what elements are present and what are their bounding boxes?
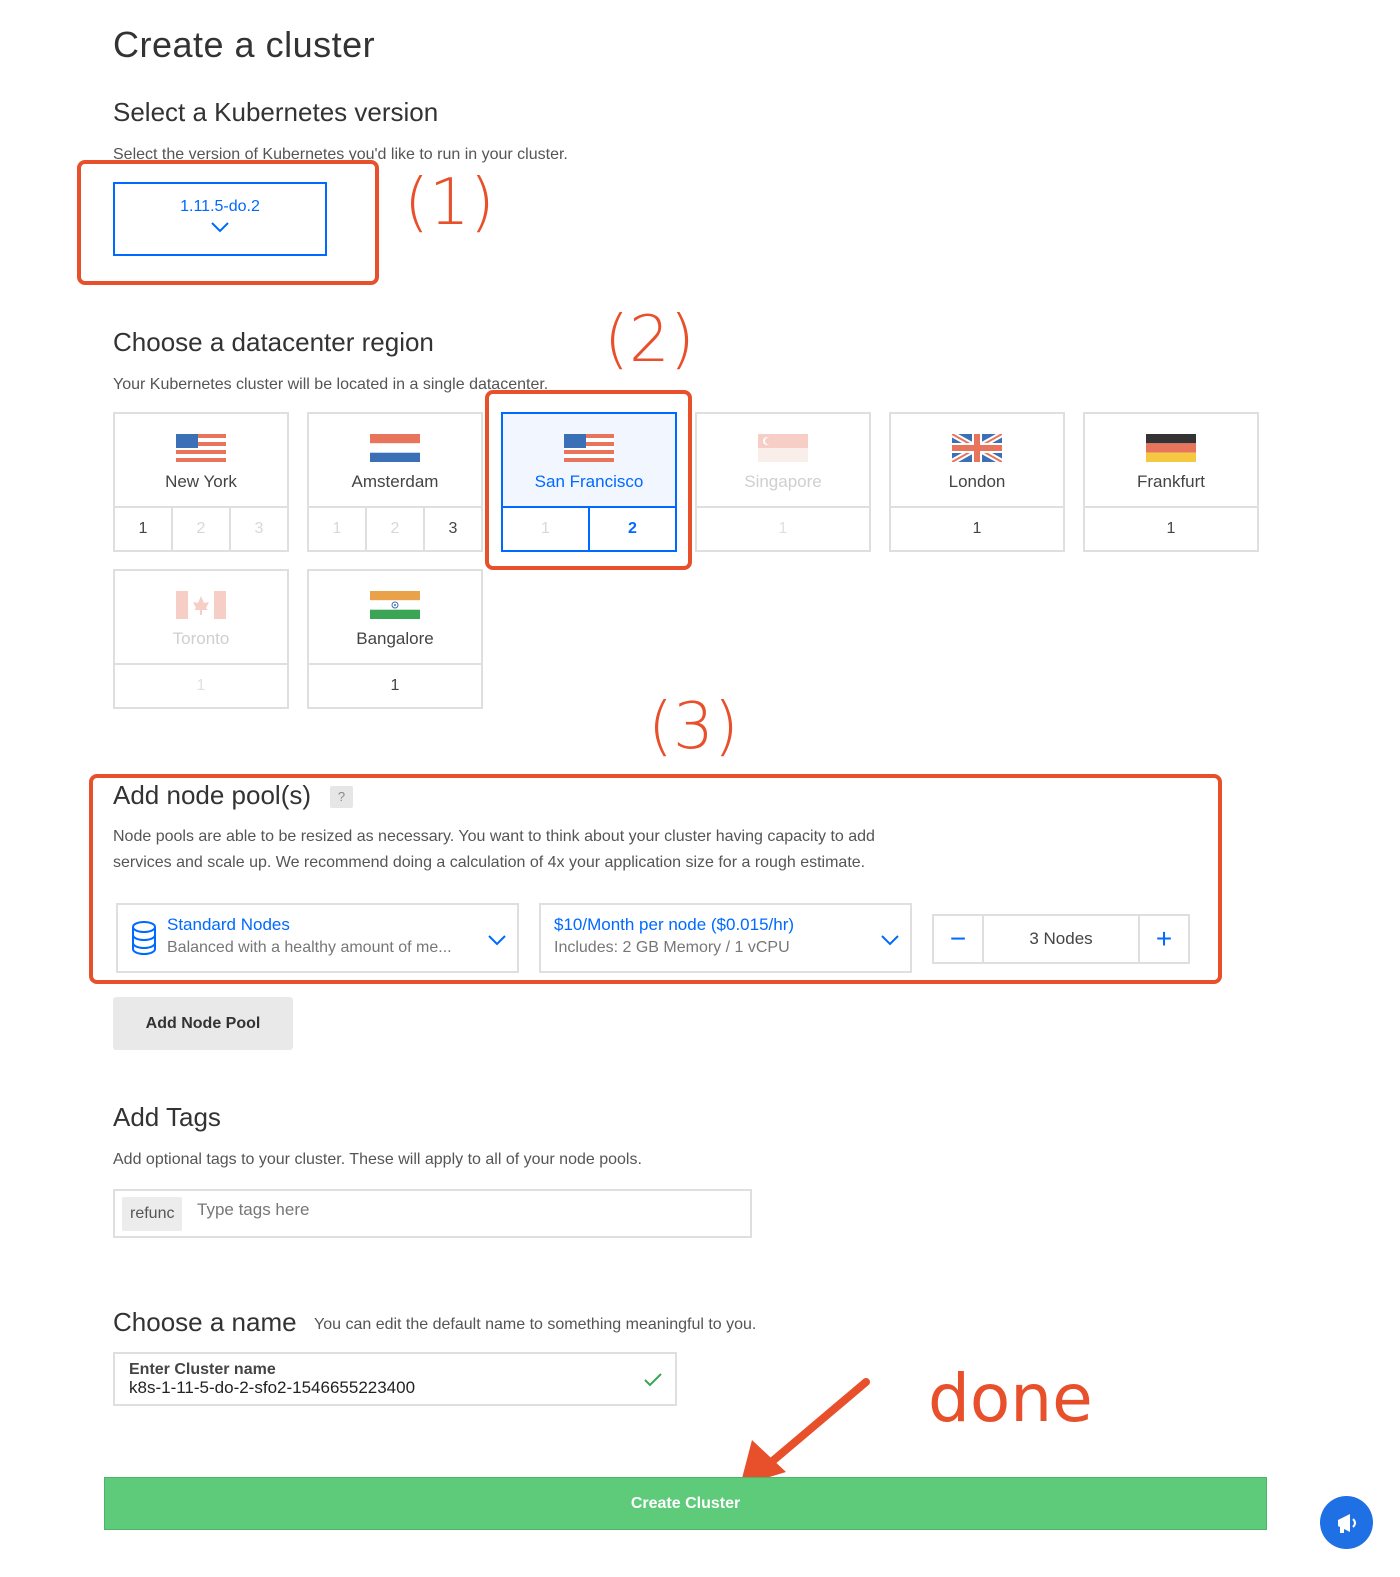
annotation-arrow-icon	[740, 1378, 870, 1486]
annotation-label-3: (3)	[648, 690, 739, 764]
decrement-button[interactable]: −	[934, 916, 982, 962]
netherlands-flag-icon	[370, 434, 420, 462]
us-flag-icon	[176, 434, 226, 462]
create-cluster-button[interactable]: Create Cluster	[104, 1477, 1267, 1530]
node-pool-heading: Add node pool(s)	[113, 780, 312, 810]
region-option[interactable]: 1	[115, 508, 171, 550]
region-name: Bangalore	[356, 629, 434, 648]
region-name: Toronto	[172, 629, 230, 648]
tags-heading: Add Tags	[113, 1102, 221, 1132]
annotation-label-2: (2)	[604, 303, 695, 377]
germany-flag-icon	[1146, 434, 1196, 462]
name-heading: Choose a name	[113, 1307, 297, 1337]
database-icon	[132, 921, 156, 955]
node-count-unit: Nodes	[1043, 929, 1093, 948]
annotation-box-2	[485, 390, 692, 570]
chevron-down-icon	[881, 935, 899, 946]
tags-description: Add optional tags to your cluster. These…	[113, 1151, 642, 1168]
region-name: Singapore	[744, 472, 822, 491]
region-option: 1	[778, 520, 788, 537]
region-name: London	[948, 472, 1006, 491]
megaphone-icon	[1337, 1513, 1356, 1533]
region-card-singapore: Singapore 1	[695, 412, 871, 552]
region-option[interactable]: 3	[229, 508, 287, 550]
cluster-name-label: Enter Cluster name	[129, 1361, 276, 1378]
node-type-subtitle: Balanced with a healthy amount of me...	[167, 939, 452, 956]
uk-flag-icon	[952, 434, 1002, 462]
region-card-bangalore[interactable]: Bangalore 1	[307, 569, 483, 709]
node-pool-description-2: services and scale up. We recommend doin…	[113, 854, 866, 871]
region-name: New York	[165, 472, 237, 491]
region-option: 1	[196, 677, 206, 694]
annotation-done: done	[928, 1360, 1093, 1437]
region-option[interactable]: 3	[423, 508, 481, 550]
annotation-label-1: (1)	[404, 166, 495, 240]
region-option[interactable]: 2	[171, 508, 229, 550]
region-option[interactable]: 1	[309, 508, 365, 550]
node-count-display: 3 Nodes	[982, 916, 1140, 962]
help-icon[interactable]: ?	[330, 786, 353, 808]
page-title: Create a cluster	[113, 24, 376, 65]
singapore-flag-icon	[758, 434, 808, 462]
region-card-toronto: Toronto 1	[113, 569, 289, 709]
feedback-button[interactable]	[1320, 1496, 1373, 1549]
node-count-value: 3	[1029, 929, 1039, 948]
version-heading: Select a Kubernetes version	[113, 97, 439, 127]
increment-button[interactable]: +	[1140, 916, 1188, 962]
tag-chip[interactable]: refunc	[122, 1197, 183, 1231]
region-option[interactable]: 1	[1085, 508, 1257, 550]
tags-placeholder: Type tags here	[197, 1200, 310, 1219]
name-hint: You can edit the default name to somethi…	[314, 1316, 757, 1333]
add-node-pool-button[interactable]: Add Node Pool	[113, 997, 293, 1050]
tags-input[interactable]: refunc Type tags here	[113, 1189, 752, 1238]
region-name: Frankfurt	[1136, 472, 1206, 491]
node-plan-subtitle: Includes: 2 GB Memory / 1 vCPU	[554, 939, 790, 956]
region-heading: Choose a datacenter region	[113, 327, 434, 357]
region-card-new-york[interactable]: New York 1 2 3	[113, 412, 289, 552]
annotation-box-1	[77, 160, 379, 285]
region-description: Your Kubernetes cluster will be located …	[113, 376, 549, 393]
node-count-stepper[interactable]: − 3 Nodes +	[932, 914, 1190, 964]
chevron-down-icon	[488, 935, 506, 946]
cluster-name-field[interactable]: Enter Cluster name k8s-1-11-5-do-2-sfo2-…	[113, 1352, 677, 1406]
node-plan-title: $10/Month per node ($0.015/hr)	[554, 915, 795, 934]
region-option[interactable]: 1	[891, 508, 1063, 550]
region-card-london[interactable]: London 1	[889, 412, 1065, 552]
region-name: Amsterdam	[351, 472, 439, 491]
check-icon	[644, 1373, 662, 1387]
node-pool-description-1: Node pools are able to be resized as nec…	[113, 828, 875, 845]
node-type-title: Standard Nodes	[167, 915, 290, 934]
region-option[interactable]: 2	[365, 508, 423, 550]
region-card-amsterdam[interactable]: Amsterdam 1 2 3	[307, 412, 483, 552]
canada-flag-icon	[176, 591, 226, 619]
india-flag-icon	[370, 591, 420, 619]
region-option[interactable]: 1	[309, 665, 481, 707]
node-plan-select[interactable]: $10/Month per node ($0.015/hr) Includes:…	[539, 903, 912, 973]
node-type-select[interactable]: Standard Nodes Balanced with a healthy a…	[116, 903, 519, 973]
cluster-name-value[interactable]: k8s-1-11-5-do-2-sfo2-1546655223400	[129, 1378, 415, 1398]
region-card-frankfurt[interactable]: Frankfurt 1	[1083, 412, 1259, 552]
